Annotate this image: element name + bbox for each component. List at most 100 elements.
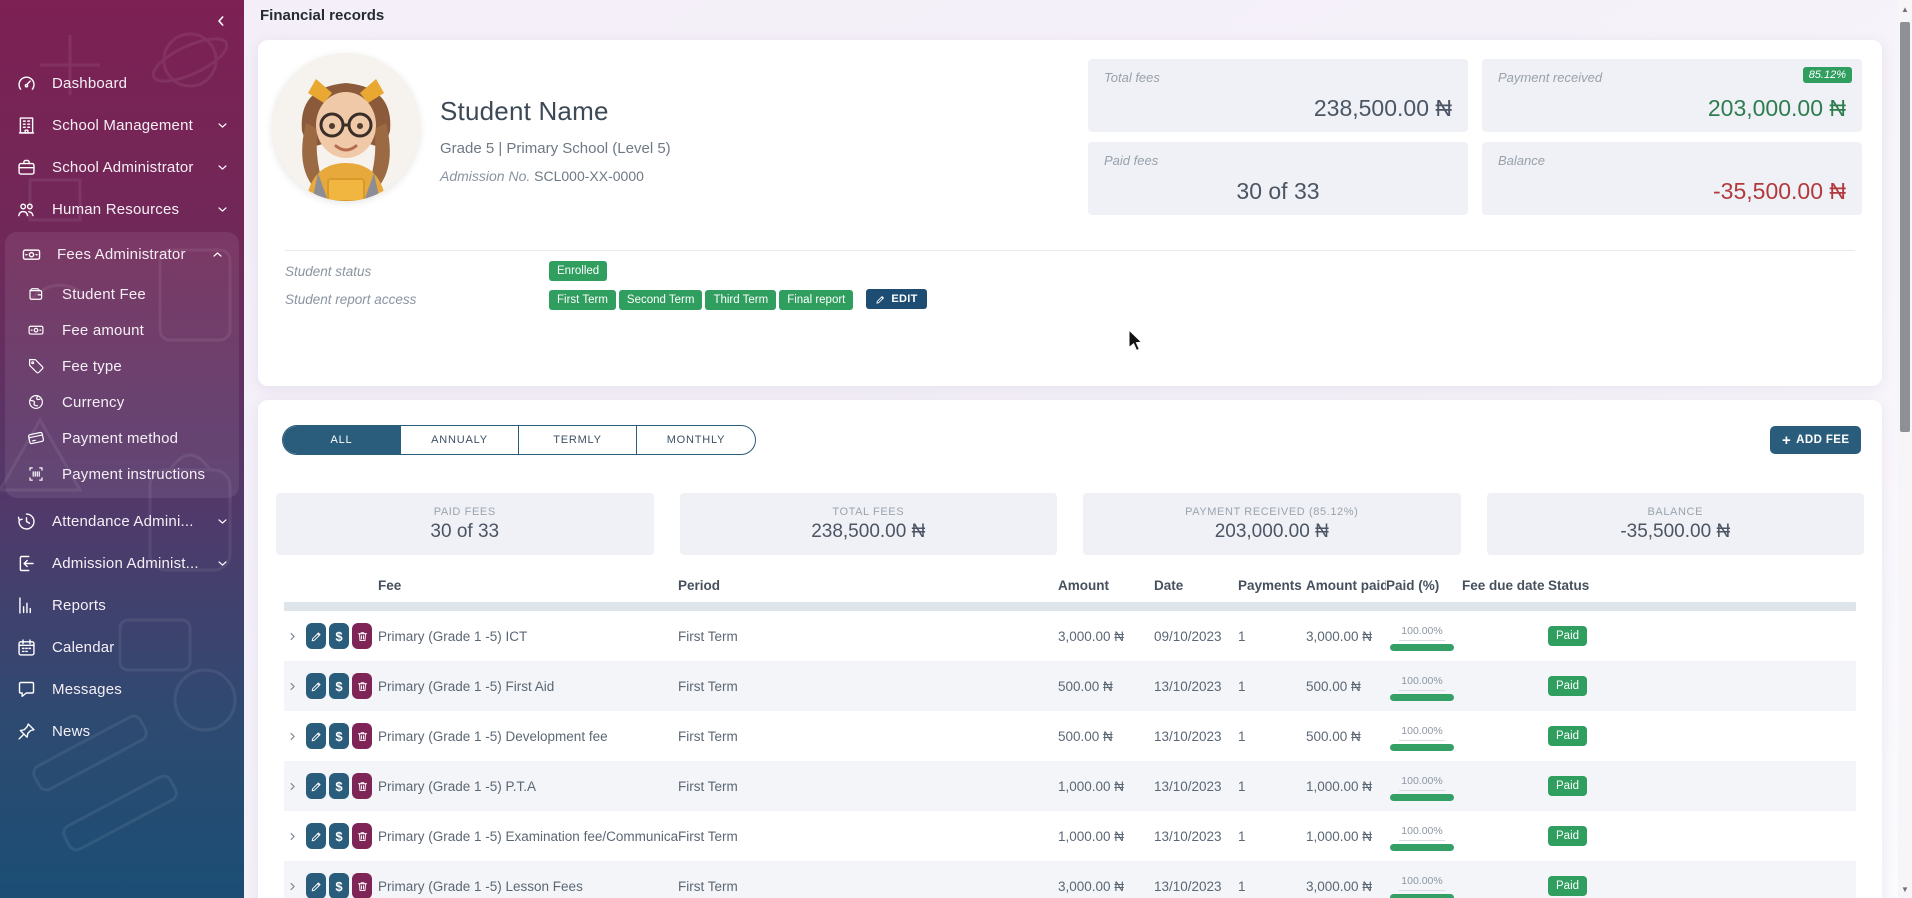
edit-fee-button[interactable] [306,823,326,849]
tag-icon [26,356,46,376]
sidebar-item-school-management[interactable]: School Management [0,104,244,146]
report-access-badges: First TermSecond TermThird TermFinal rep… [549,290,856,308]
pay-fee-button[interactable]: $ [329,773,349,799]
card-divider [285,250,1855,251]
sidebar-item-dashboard[interactable]: Dashboard [0,62,244,104]
edit-fee-button[interactable] [306,873,326,898]
sidebar-item-label: Messages [52,681,230,698]
stat-label: Payment received [1498,70,1602,85]
row-expander[interactable] [284,680,306,693]
fee-period: First Term [678,729,1058,744]
fee-paid-percent: 100.00% [1386,822,1458,851]
tab-all[interactable]: ALL [283,426,401,454]
chevron-down-icon [215,202,230,217]
fees-table-body: $Primary (Grade 1 -5) ICTFirst Term3,000… [284,611,1856,898]
sidebar-item-label: Fee type [62,358,225,375]
edit-report-access-button[interactable]: EDIT [866,289,926,309]
delete-fee-button[interactable] [352,623,372,649]
fee-row: $Primary (Grade 1 -5) P.T.AFirst Term1,0… [284,761,1856,811]
delete-fee-button[interactable] [352,723,372,749]
edit-fee-button[interactable] [306,773,326,799]
sidebar-item-school-administrator[interactable]: School Administrator [0,146,244,188]
scrollbar-thumb[interactable] [1900,22,1910,432]
stat-value: -35,500.00 ₦ [1713,178,1846,205]
student-name: Student Name [440,96,609,127]
stat-value: 203,000.00 ₦ [1708,95,1846,122]
edit-fee-button[interactable] [306,673,326,699]
summary-card-value: -35,500.00 ₦ [1620,521,1730,543]
summary-card-label: TOTAL FEES [832,506,904,518]
sidebar-item-reports[interactable]: Reports [0,584,244,626]
paid-progress-bar [1390,894,1454,898]
tab-termly[interactable]: TERMLY [519,426,637,454]
sidebar-item-student-fee[interactable]: Student Fee [5,276,239,312]
edit-fee-button[interactable] [306,623,326,649]
scrollbar-up-arrow[interactable]: ▲ [1898,2,1912,16]
tab-annualy[interactable]: ANNUALY [401,426,519,454]
sidebar-item-calendar[interactable]: Calendar [0,626,244,668]
stat-card-total-fees: Total fees238,500.00 ₦ [1088,59,1468,132]
fee-period: First Term [678,629,1058,644]
report-access-row: Student report access First TermSecond T… [285,288,927,310]
sidebar-item-label: Reports [52,597,230,614]
edit-fee-button[interactable] [306,723,326,749]
sidebar-item-attendance-administrator[interactable]: Attendance Admini... [0,500,244,542]
add-fee-button[interactable]: + ADD FEE [1770,426,1861,454]
sidebar-collapse-button[interactable] [210,10,232,32]
row-expander[interactable] [284,630,306,643]
sidebar-group-fees-administrator: Fees AdministratorStudent FeeFee amount F… [5,232,239,498]
fee-amount: 3,000.00 ₦ [1058,629,1154,644]
fee-amount-paid: 500.00 ₦ [1306,679,1386,694]
report-access-badge: Second Term [619,290,703,310]
fee-amount-paid: 3,000.00 ₦ [1306,879,1386,894]
chat-icon [14,677,38,701]
row-expander[interactable] [284,880,306,893]
pay-fee-button[interactable]: $ [329,873,349,898]
delete-fee-button[interactable] [352,873,372,898]
delete-fee-button[interactable] [352,823,372,849]
pay-fee-button[interactable]: $ [329,623,349,649]
sidebar-item-human-resources[interactable]: Human Resources [0,188,244,230]
fee-paid-percent: 100.00% [1386,672,1458,701]
chevron-down-icon [215,514,230,529]
tab-monthly[interactable]: MONTHLY [637,426,755,454]
delete-fee-button[interactable] [352,673,372,699]
summary-card-label: PAYMENT RECEIVED (85.12%) [1185,506,1358,518]
scrollbar-down-arrow[interactable]: ▼ [1898,882,1912,896]
column-header: Amount [1058,578,1154,593]
row-expander[interactable] [284,730,306,743]
column-header: Payments [1238,578,1306,593]
dollar-icon: $ [335,729,342,744]
banknote-icon [26,320,46,340]
fees-summary-cards: PAID FEES30 of 33TOTAL FEES238,500.00 ₦P… [276,493,1864,555]
sidebar-item-fee-amount[interactable]: Fee amount [5,312,239,348]
sidebar-item-fee-type[interactable]: Fee type [5,348,239,384]
page-scrollbar[interactable]: ▲ ▼ [1898,0,1912,898]
fee-name: Primary (Grade 1 -5) First Aid [378,679,678,694]
row-expander[interactable] [284,830,306,843]
sidebar-item-payment-method[interactable]: Payment method [5,420,239,456]
row-expander[interactable] [284,780,306,793]
sidebar-item-currency[interactable]: Currency [5,384,239,420]
pay-fee-button[interactable]: $ [329,823,349,849]
sidebar-item-payment-instructions[interactable]: Payment instructions [5,456,239,492]
page-title: Financial records [260,7,384,24]
pay-fee-button[interactable]: $ [329,673,349,699]
dollar-icon: $ [335,779,342,794]
fee-status-badge: Paid [1548,626,1587,646]
sidebar-item-news[interactable]: News [0,710,244,752]
chevron-up-icon [210,247,225,262]
fee-status-badge: Paid [1548,776,1587,796]
add-fee-label: ADD FEE [1796,434,1849,446]
sidebar-item-fees-administrator[interactable]: Fees Administrator [5,232,239,276]
chevron-down-icon [215,556,230,571]
sidebar-item-admission-administrator[interactable]: Admission Administ... [0,542,244,584]
fee-row: $Primary (Grade 1 -5) Lesson FeesFirst T… [284,861,1856,898]
sidebar-nav: DashboardSchool ManagementSchool Adminis… [0,62,244,752]
fee-period: First Term [678,829,1058,844]
delete-fee-button[interactable] [352,773,372,799]
pay-fee-button[interactable]: $ [329,723,349,749]
sidebar-item-messages[interactable]: Messages [0,668,244,710]
sidebar-item-label: Calendar [52,639,230,656]
building-icon [14,113,38,137]
